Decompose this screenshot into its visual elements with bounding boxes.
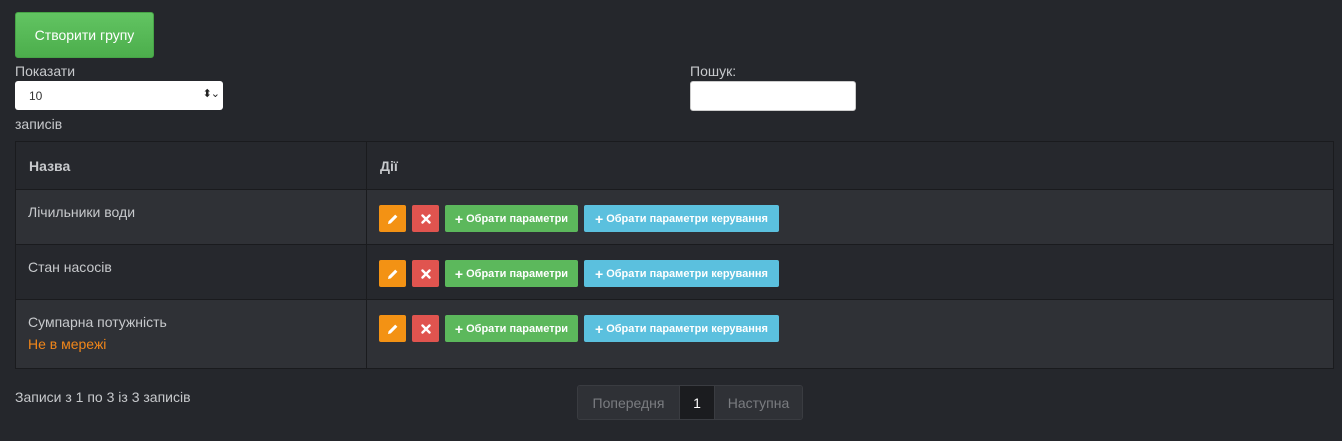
select-params-button[interactable]: + Обрати параметри (445, 260, 578, 287)
close-icon (420, 268, 431, 279)
pagination-next[interactable]: Наступна (714, 386, 802, 419)
table-row: Лічильники води + Обрати параметри + Обр… (15, 189, 1334, 245)
pencil-icon (387, 269, 397, 279)
delete-button[interactable] (412, 205, 439, 232)
edit-button[interactable] (379, 315, 406, 342)
page-length-value: 10 (29, 88, 43, 103)
search-label: Пошук: (690, 63, 737, 79)
name-cell: Лічильники води (15, 189, 367, 245)
edit-button[interactable] (379, 205, 406, 232)
actions-cell: + Обрати параметри + Обрати параметри ке… (366, 244, 1334, 300)
select-control-params-button[interactable]: + Обрати параметри керування (584, 205, 779, 232)
table-info: Записи з 1 по 3 із 3 записів (15, 389, 191, 405)
page-length-select[interactable]: 10 ⬍⌄ (15, 81, 223, 110)
table-row: Стан насосів + Обрати параметри + Обрати… (15, 244, 1334, 300)
select-arrows-icon: ⬍⌄ (202, 88, 220, 100)
row-name: Стан насосів (28, 259, 112, 275)
row-name: Лічильники води (28, 204, 136, 220)
pagination: Попередня 1 Наступна (577, 385, 803, 420)
close-icon (420, 323, 431, 334)
plus-icon: + (595, 320, 604, 337)
select-params-button[interactable]: + Обрати параметри (445, 315, 578, 342)
plus-icon: + (454, 210, 464, 227)
groups-table: Назва Дії Лічильники води + Обрати парам… (15, 141, 1334, 369)
actions-cell: + Обрати параметри + Обрати параметри ке… (366, 189, 1334, 245)
pencil-icon (387, 324, 397, 334)
close-icon (420, 213, 431, 224)
column-header-actions: Дії (366, 141, 1334, 190)
select-params-button[interactable]: + Обрати параметри (445, 205, 578, 232)
select-control-params-label: Обрати параметри керування (606, 212, 768, 225)
table-row: Сумпарна потужність Не в мережі + Обрати… (15, 299, 1334, 369)
delete-button[interactable] (412, 260, 439, 287)
select-control-params-label: Обрати параметри керування (606, 267, 768, 280)
pagination-previous[interactable]: Попередня (578, 386, 680, 419)
edit-button[interactable] (379, 260, 406, 287)
name-cell: Стан насосів (15, 244, 367, 300)
name-cell: Сумпарна потужність Не в мережі (15, 299, 367, 369)
plus-icon: + (454, 320, 464, 337)
create-group-button[interactable]: Створити групу (15, 12, 154, 58)
select-params-label: Обрати параметри (466, 322, 569, 335)
delete-button[interactable] (412, 315, 439, 342)
select-control-params-button[interactable]: + Обрати параметри керування (584, 315, 779, 342)
select-control-params-label: Обрати параметри керування (606, 322, 768, 335)
pencil-icon (387, 214, 397, 224)
row-name: Сумпарна потужність (28, 314, 167, 330)
column-header-name: Назва (15, 141, 367, 190)
search-input[interactable] (690, 81, 856, 111)
select-control-params-button[interactable]: + Обрати параметри керування (584, 260, 779, 287)
actions-cell: + Обрати параметри + Обрати параметри ке… (366, 299, 1334, 369)
pagination-page-1[interactable]: 1 (680, 386, 714, 419)
select-params-label: Обрати параметри (466, 267, 569, 280)
offline-status: Не в мережі (28, 336, 107, 352)
records-label: записів (15, 116, 63, 132)
show-label: Показати (15, 63, 76, 79)
plus-icon: + (595, 210, 604, 227)
select-params-label: Обрати параметри (466, 212, 569, 225)
plus-icon: + (595, 265, 604, 282)
plus-icon: + (454, 265, 464, 282)
